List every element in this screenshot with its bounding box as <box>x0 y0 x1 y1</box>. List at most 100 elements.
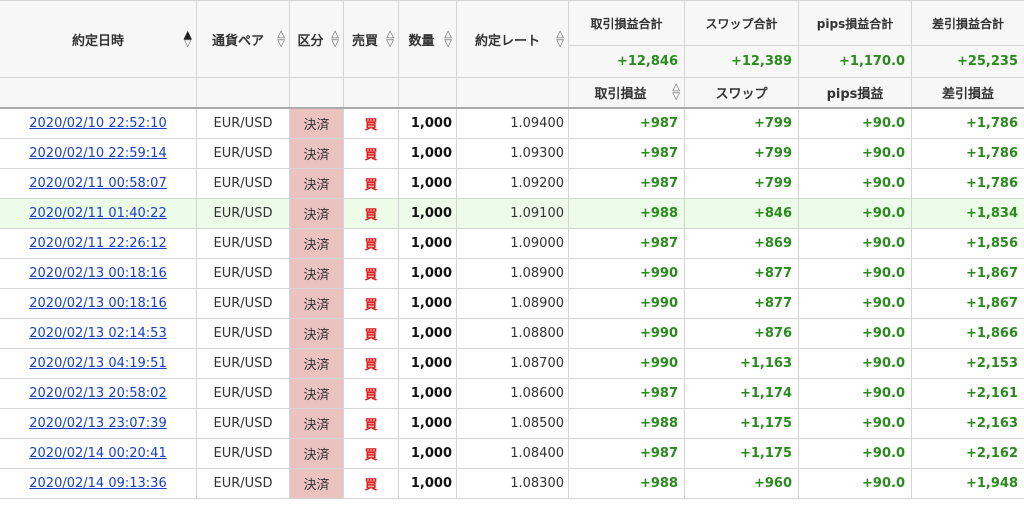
col-header-qty-spacer <box>398 77 457 109</box>
table-row[interactable]: 2020/02/10 22:52:10 EUR/USD 決済買 1,000 1.0940… <box>0 107 1024 139</box>
table-row[interactable]: 2020/02/13 04:19:51 EUR/USD 決済買 1,000 1.0870… <box>0 347 1024 379</box>
col-header-side-spacer <box>343 77 399 109</box>
cell-rate: 1.09000 <box>456 227 569 259</box>
col-header-datetime[interactable]: 約定日時 ▲ ▽ <box>0 0 197 78</box>
trade-datetime-link[interactable]: 2020/02/14 00:20:41 <box>29 446 166 461</box>
col-header-swap-total: スワップ合計 <box>684 0 799 46</box>
trade-datetime-link[interactable]: 2020/02/13 02:14:53 <box>29 326 166 341</box>
cell-qty: 1,000 <box>398 257 457 289</box>
sort-desc-icon[interactable]: ▽ <box>386 39 394 49</box>
cell-pips: +90.0 <box>798 197 912 229</box>
trade-datetime-link[interactable]: 2020/02/13 23:07:39 <box>29 416 166 431</box>
cell-net: +1,856 <box>911 227 1024 259</box>
cell-side: 買 <box>343 137 399 169</box>
table-row[interactable]: 2020/02/14 09:13:36 EUR/USD 決済買 1,000 1.0830… <box>0 467 1024 499</box>
sort-desc-icon[interactable]: ▽ <box>556 39 564 49</box>
trade-datetime-link[interactable]: 2020/02/10 22:59:14 <box>29 146 166 161</box>
cell-rate: 1.08600 <box>456 377 569 409</box>
table-row[interactable]: 2020/02/13 23:07:39 EUR/USD 決済買 1,000 1.0850… <box>0 407 1024 439</box>
trade-datetime-link[interactable]: 2020/02/11 22:26:12 <box>29 236 166 251</box>
col-header-side[interactable]: 売買 △ ▽ <box>343 0 399 78</box>
trade-datetime-link[interactable]: 2020/02/10 22:52:10 <box>29 116 166 131</box>
col-header-pair[interactable]: 通貨ペア △ ▽ <box>196 0 290 78</box>
sort-desc-icon[interactable]: ▽ <box>331 39 339 49</box>
cell-rate: 1.09400 <box>456 107 569 139</box>
cell-pair: EUR/USD <box>196 377 290 409</box>
cell-net: +1,834 <box>911 197 1024 229</box>
cell-side: 買 <box>343 227 399 259</box>
cell-pair: EUR/USD <box>196 227 290 259</box>
cell-net: +1,948 <box>911 467 1024 499</box>
cell-rate: 1.08900 <box>456 257 569 289</box>
sort-desc-icon[interactable]: ▽ <box>277 39 285 49</box>
cell-pl: +987 <box>568 437 685 469</box>
cell-qty: 1,000 <box>398 317 457 349</box>
sort-desc-icon[interactable]: ▽ <box>184 39 192 49</box>
table-row[interactable]: 2020/02/13 00:18:16 EUR/USD 決済買 1,000 1.0890… <box>0 287 1024 319</box>
cell-rate: 1.09200 <box>456 167 569 199</box>
cell-kubun: 決済 <box>289 257 344 289</box>
trade-datetime-link[interactable]: 2020/02/11 01:40:22 <box>29 206 166 221</box>
cell-pips: +90.0 <box>798 437 912 469</box>
pips-total-label: pips損益合計 <box>816 16 894 31</box>
trade-datetime-link[interactable]: 2020/02/13 04:19:51 <box>29 356 166 371</box>
trade-datetime-link[interactable]: 2020/02/13 20:58:02 <box>29 386 166 401</box>
cell-pl: +990 <box>568 347 685 379</box>
trade-datetime-link[interactable]: 2020/02/13 00:18:16 <box>29 266 166 281</box>
cell-kubun: 決済 <box>289 467 344 499</box>
cell-rate: 1.08900 <box>456 287 569 319</box>
pips-total-value: +1,170.0 <box>798 45 912 78</box>
cell-pl: +987 <box>568 377 685 409</box>
col-header-pl-label: 取引損益 <box>594 86 647 102</box>
cell-pl: +988 <box>568 407 685 439</box>
trade-datetime-link[interactable]: 2020/02/14 09:13:36 <box>29 476 166 491</box>
trade-datetime-link[interactable]: 2020/02/13 00:18:16 <box>29 296 166 311</box>
cell-net: +2,161 <box>911 377 1024 409</box>
sort-pl[interactable]: △ ▽ <box>672 83 680 102</box>
col-header-rate[interactable]: 約定レート △ ▽ <box>456 0 569 78</box>
cell-kubun: 決済 <box>289 167 344 199</box>
cell-swap: +1,174 <box>684 377 799 409</box>
sort-rate[interactable]: △ ▽ <box>556 30 564 49</box>
table-row[interactable]: 2020/02/11 00:58:07 EUR/USD 決済買 1,000 1.0920… <box>0 167 1024 199</box>
sort-side[interactable]: △ ▽ <box>386 30 394 49</box>
trade-datetime-link[interactable]: 2020/02/11 00:58:07 <box>29 176 166 191</box>
cell-side: 買 <box>343 437 399 469</box>
col-header-pl[interactable]: 取引損益 △ ▽ <box>568 77 685 109</box>
table-row[interactable]: 2020/02/13 00:18:16 EUR/USD 決済買 1,000 1.0890… <box>0 257 1024 289</box>
sort-desc-icon[interactable]: ▽ <box>672 92 680 102</box>
col-header-datetime-label: 約定日時 <box>71 33 124 49</box>
sort-desc-icon[interactable]: ▽ <box>444 39 452 49</box>
cell-side: 買 <box>343 347 399 379</box>
cell-side: 買 <box>343 287 399 319</box>
table-row[interactable]: 2020/02/13 02:14:53 EUR/USD 決済買 1,000 1.0880… <box>0 317 1024 349</box>
cell-rate: 1.08500 <box>456 407 569 439</box>
cell-side: 買 <box>343 467 399 499</box>
cell-pl: +987 <box>568 167 685 199</box>
table-row[interactable]: 2020/02/10 22:59:14 EUR/USD 決済買 1,000 1.0930… <box>0 137 1024 169</box>
sort-pair[interactable]: △ ▽ <box>277 30 285 49</box>
cell-swap: +1,163 <box>684 347 799 379</box>
table-row[interactable]: 2020/02/11 01:40:22 EUR/USD 決済買 1,000 1.0910… <box>0 197 1024 229</box>
table-row[interactable]: 2020/02/13 20:58:02 EUR/USD 決済買 1,000 1.0860… <box>0 377 1024 409</box>
sort-qty[interactable]: △ ▽ <box>444 30 452 49</box>
table-row[interactable]: 2020/02/11 22:26:12 EUR/USD 決済買 1,000 1.0900… <box>0 227 1024 259</box>
cell-net: +2,162 <box>911 437 1024 469</box>
cell-pl: +990 <box>568 287 685 319</box>
table-row[interactable]: 2020/02/14 00:20:41 EUR/USD 決済買 1,000 1.0840… <box>0 437 1024 469</box>
pl-total-label: 取引損益合計 <box>590 16 663 31</box>
cell-qty: 1,000 <box>398 467 457 499</box>
cell-kubun: 決済 <box>289 227 344 259</box>
col-header-rate-spacer <box>456 77 569 109</box>
cell-swap: +799 <box>684 107 799 139</box>
col-header-swap-label: スワップ <box>715 86 768 102</box>
sort-kubun[interactable]: △ ▽ <box>331 30 339 49</box>
col-header-pair-spacer <box>196 77 290 109</box>
cell-net: +1,786 <box>911 167 1024 199</box>
col-header-kubun[interactable]: 区分 △ ▽ <box>289 0 344 78</box>
col-header-qty[interactable]: 数量 △ ▽ <box>398 0 457 78</box>
swap-total-value: +12,389 <box>684 45 799 78</box>
sort-datetime[interactable]: ▲ ▽ <box>184 29 192 49</box>
cell-pl: +987 <box>568 137 685 169</box>
col-header-pl-total: 取引損益合計 <box>568 0 685 46</box>
